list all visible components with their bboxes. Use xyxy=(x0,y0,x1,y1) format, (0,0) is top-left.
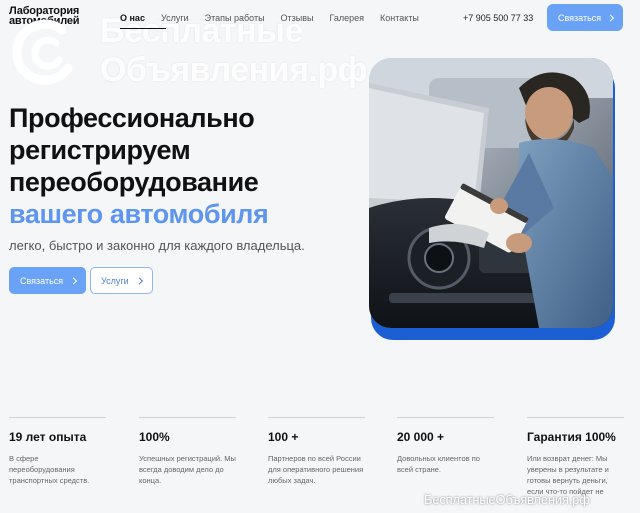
chevron-right-icon xyxy=(69,276,78,285)
stat-guarantee: Гарантия 100% Или возврат денег: Мы увер… xyxy=(527,417,624,497)
hero-title-line-2: регистрируем xyxy=(9,135,191,165)
mechanic-photo xyxy=(369,58,613,328)
stat-value: 100% xyxy=(139,430,170,444)
hero-title-line-1: Профессионально xyxy=(9,103,255,133)
stat-value: 19 лет опыта xyxy=(9,430,87,444)
watermark-line-2: Объявления.рф xyxy=(100,51,367,89)
stat-description: Партнеров по всей России для оперативног… xyxy=(268,454,364,485)
chevron-right-icon xyxy=(606,13,615,22)
hero-services-button[interactable]: Услуги xyxy=(90,267,153,294)
hero-contact-label: Связаться xyxy=(20,275,64,286)
stat-divider xyxy=(9,417,106,418)
stat-value: 100 + xyxy=(268,430,299,444)
hero-title-line-3: переоборудование xyxy=(9,167,259,197)
stat-divider xyxy=(527,417,624,418)
nav-item-contacts[interactable]: Контакты xyxy=(380,13,419,23)
watermark-bottom: БесплатныеОбъявления.рф xyxy=(424,492,590,507)
stat-divider xyxy=(268,417,365,418)
stat-partners: 100 + Партнеров по всей России для опера… xyxy=(268,417,365,486)
stat-registrations: 100% Успешных регистраций. Мы всегда дов… xyxy=(139,417,236,486)
header-contact-button[interactable]: Связаться xyxy=(547,4,623,31)
nav-item-services[interactable]: Услуги xyxy=(161,13,189,23)
stat-description: Или возврат денег: Мы уверены в результа… xyxy=(527,454,609,496)
nav-item-gallery[interactable]: Галерея xyxy=(330,13,365,23)
nav-item-reviews[interactable]: Отзывы xyxy=(281,13,314,23)
stat-divider xyxy=(397,417,494,418)
stat-divider xyxy=(139,417,236,418)
hero-title-accent: вашего автомобиля xyxy=(9,199,269,229)
nav-active-underline xyxy=(120,28,166,29)
watermark-logo-icon xyxy=(12,19,73,85)
chevron-right-icon xyxy=(135,276,144,285)
watermark-text: Бесплатные Объявления.рф xyxy=(100,12,367,90)
stat-experience: 19 лет опыта В сфере переоборудования тр… xyxy=(9,417,106,486)
stat-description: Успешных регистраций. Мы всегда доводим … xyxy=(139,454,236,485)
nav-item-stages[interactable]: Этапы работы xyxy=(205,13,265,23)
hero-subtitle: легко, быстро и законно для каждого влад… xyxy=(9,238,305,253)
hero-contact-button[interactable]: Связаться xyxy=(9,267,86,294)
hero-services-label: Услуги xyxy=(101,275,129,286)
nav-item-about[interactable]: О нас xyxy=(120,13,145,23)
main-nav: О нас Услуги Этапы работы Отзывы Галерея… xyxy=(120,13,435,23)
stat-clients: 20 000 + Довольных клиентов по всей стра… xyxy=(397,417,494,475)
stat-description: Довольных клиентов по всей стране. xyxy=(397,454,480,474)
hero-title: Профессионально регистрируем переоборудо… xyxy=(9,102,269,230)
stat-description: В сфере переоборудования транспортных ср… xyxy=(9,454,90,485)
mechanic-illustration xyxy=(369,58,613,328)
header-contact-label: Связаться xyxy=(558,12,602,23)
phone-number[interactable]: +7 905 500 77 33 xyxy=(463,13,533,23)
stat-value: 20 000 + xyxy=(397,430,445,444)
stat-value: Гарантия 100% xyxy=(527,430,616,444)
